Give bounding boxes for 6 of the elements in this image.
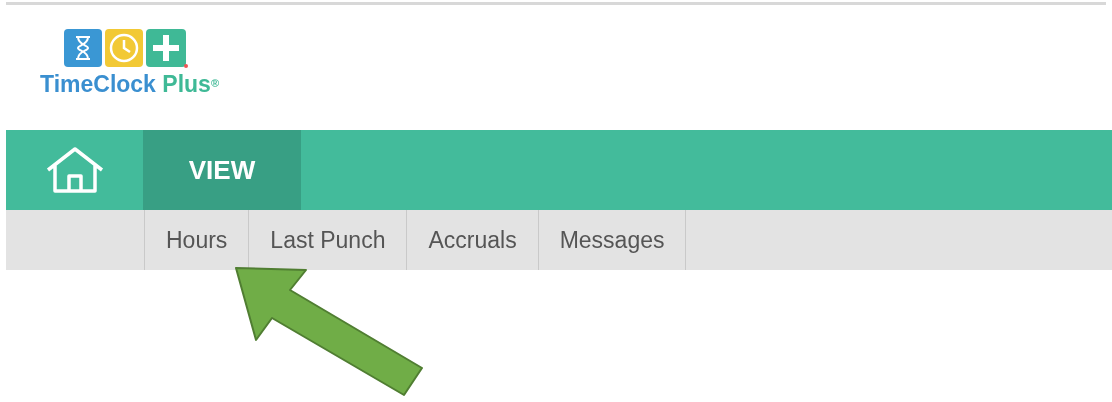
logo-text-suffix: Plus$^{®}$ — [162, 71, 219, 97]
sub-nav-tab[interactable]: Accruals — [406, 210, 538, 270]
nav-tab[interactable]: VIEW — [143, 130, 301, 210]
sub-nav-tab[interactable]: Messages — [537, 210, 687, 270]
logo-text: TimeClock — [40, 71, 156, 97]
home-icon — [44, 146, 105, 194]
